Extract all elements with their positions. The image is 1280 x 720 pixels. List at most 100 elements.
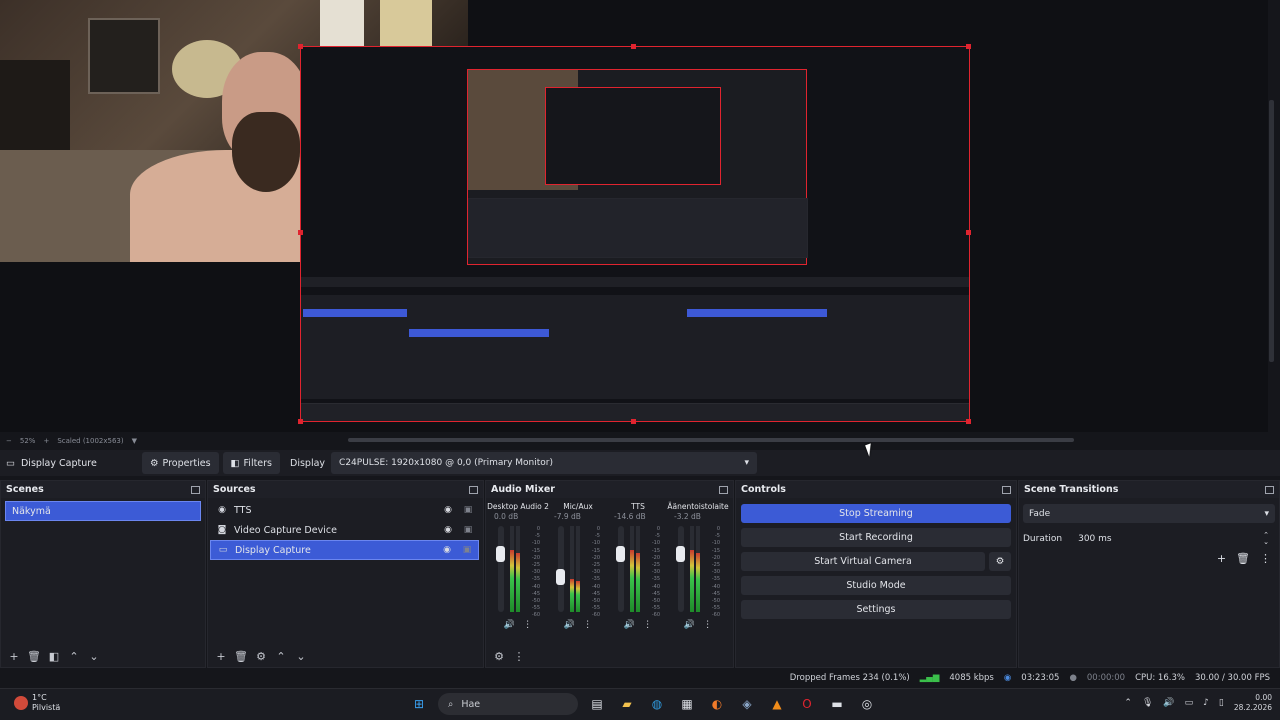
move-up-icon[interactable]: ⌃: [67, 650, 81, 663]
battery-icon[interactable]: ▯: [1219, 698, 1224, 708]
resize-handle[interactable]: [631, 419, 636, 424]
advanced-audio-icon[interactable]: ⚙: [492, 650, 506, 663]
obs-icon[interactable]: ◎: [856, 693, 878, 715]
store-icon[interactable]: ▦: [676, 693, 698, 715]
filter-icon[interactable]: ◧: [47, 650, 61, 663]
volume-slider[interactable]: [678, 526, 684, 612]
network-icon[interactable]: ▭: [1185, 698, 1194, 708]
volume-slider[interactable]: [498, 526, 504, 612]
spinner-icon[interactable]: ⌃ ⌄: [1263, 531, 1269, 546]
scale-dropdown-icon[interactable]: ▼: [132, 437, 137, 445]
vlc-icon[interactable]: ▲: [766, 693, 788, 715]
volume-icon[interactable]: 🔊: [1163, 698, 1174, 708]
scene-item[interactable]: Näkymä: [5, 501, 201, 521]
volume-slider[interactable]: [618, 526, 624, 612]
volume-knob[interactable]: [556, 569, 565, 585]
undock-icon[interactable]: [1265, 485, 1274, 494]
volume-knob[interactable]: [616, 546, 625, 562]
settings-button[interactable]: Settings: [741, 600, 1011, 619]
task-view-icon[interactable]: ▤: [586, 693, 608, 715]
display-select[interactable]: C24PULSE: 1920x1080 @ 0,0 (Primary Monit…: [331, 452, 758, 474]
meter-tick: 0: [656, 526, 660, 532]
kebab-menu-icon[interactable]: ⋮: [512, 650, 526, 663]
add-icon[interactable]: +: [7, 650, 21, 663]
add-icon[interactable]: +: [1217, 552, 1226, 565]
kebab-menu-icon[interactable]: ⋮: [1260, 552, 1271, 565]
move-up-icon[interactable]: ⌃: [274, 650, 288, 663]
move-down-icon[interactable]: ⌄: [87, 650, 101, 663]
kebab-menu-icon[interactable]: ⋮: [583, 620, 592, 630]
volume-icon[interactable]: 🔊: [684, 620, 695, 630]
undock-icon[interactable]: [469, 485, 478, 494]
resize-handle[interactable]: [631, 44, 636, 49]
volume-icon[interactable]: 🔊: [504, 620, 515, 630]
windows-start-icon[interactable]: ⊞: [408, 693, 430, 715]
steam-icon[interactable]: ◈: [736, 693, 758, 715]
add-icon[interactable]: +: [214, 650, 228, 663]
meter-tick: -20: [651, 554, 660, 561]
resize-handle[interactable]: [966, 44, 971, 49]
kebab-menu-icon[interactable]: ⋮: [523, 620, 532, 630]
undock-icon[interactable]: [719, 485, 728, 494]
firefox-icon[interactable]: ◐: [706, 693, 728, 715]
volume-knob[interactable]: [676, 546, 685, 562]
taskbar-search[interactable]: ⌕ Hae: [438, 693, 578, 715]
visibility-icon[interactable]: ◉: [441, 505, 455, 515]
studio-mode-button[interactable]: Studio Mode: [741, 576, 1011, 595]
trash-icon[interactable]: 🗑: [27, 650, 41, 663]
undock-icon[interactable]: [191, 485, 200, 494]
meter-tick: -30: [711, 569, 720, 576]
display-capture-source[interactable]: [300, 46, 970, 422]
volume-knob[interactable]: [496, 546, 505, 562]
filters-button[interactable]: ◧ Filters: [222, 452, 281, 474]
resize-handle[interactable]: [298, 44, 303, 49]
meter-tick: -25: [651, 562, 660, 569]
source-item-video-capture[interactable]: ◙ Video Capture Device ◉ ▣: [210, 520, 479, 540]
trash-icon[interactable]: 🗑: [1236, 552, 1250, 565]
virtual-camera-settings-button[interactable]: ⚙: [989, 552, 1011, 571]
lock-icon[interactable]: ▣: [460, 545, 474, 555]
kebab-menu-icon[interactable]: ⋮: [643, 620, 652, 630]
zoom-out-icon[interactable]: −: [6, 437, 12, 445]
resize-handle[interactable]: [966, 230, 971, 235]
clock[interactable]: 0.00 28.2.2026: [1234, 693, 1272, 713]
undock-icon[interactable]: [1002, 485, 1011, 494]
properties-button[interactable]: ⚙ Properties: [142, 452, 219, 474]
transition-select[interactable]: Fade ▾: [1023, 504, 1275, 523]
move-down-icon[interactable]: ⌄: [294, 650, 308, 663]
lock-icon[interactable]: ▣: [461, 525, 475, 535]
resize-handle[interactable]: [298, 230, 303, 235]
start-virtual-camera-button[interactable]: Start Virtual Camera: [741, 552, 985, 571]
preview-horizontal-scrollbar[interactable]: [348, 438, 1074, 442]
visibility-icon[interactable]: ◉: [441, 525, 455, 535]
monitor-icon: ▭: [6, 457, 15, 469]
lock-icon[interactable]: ▣: [461, 505, 475, 515]
gear-icon[interactable]: ⚙: [254, 650, 268, 663]
source-item-display-capture[interactable]: ▭ Display Capture ◉ ▣: [210, 540, 479, 560]
microphone-icon[interactable]: 🎙: [1142, 698, 1153, 708]
stop-streaming-button[interactable]: Stop Streaming: [741, 504, 1011, 523]
file-explorer-icon[interactable]: ▰: [616, 693, 638, 715]
weather-widget[interactable]: 1°C Pilvistä: [14, 693, 60, 713]
kebab-menu-icon[interactable]: ⋮: [703, 620, 712, 630]
terminal-icon[interactable]: ▬: [826, 693, 848, 715]
meter-tick: -55: [651, 605, 660, 612]
preview-canvas[interactable]: [0, 0, 1268, 432]
speaker-icon[interactable]: ♪: [1203, 698, 1209, 708]
resize-handle[interactable]: [298, 419, 303, 424]
preview-vertical-scrollbar[interactable]: [1269, 100, 1274, 362]
volume-icon[interactable]: 🔊: [564, 620, 575, 630]
meter-tick: -60: [531, 612, 540, 619]
meter-tick: -40: [711, 583, 720, 590]
duration-spinbox[interactable]: 300 ms ⌃ ⌄: [1072, 529, 1275, 548]
start-recording-button[interactable]: Start Recording: [741, 528, 1011, 547]
source-item-tts[interactable]: ◉ TTS ◉ ▣: [210, 500, 479, 520]
resize-handle[interactable]: [966, 419, 971, 424]
zoom-in-icon[interactable]: +: [43, 437, 49, 445]
opera-icon[interactable]: O: [796, 693, 818, 715]
chevron-up-icon[interactable]: ⌃: [1124, 698, 1132, 708]
edge-browser-icon[interactable]: ◍: [646, 693, 668, 715]
trash-icon[interactable]: 🗑: [234, 650, 248, 663]
visibility-icon[interactable]: ◉: [440, 545, 454, 555]
volume-icon[interactable]: 🔊: [624, 620, 635, 630]
